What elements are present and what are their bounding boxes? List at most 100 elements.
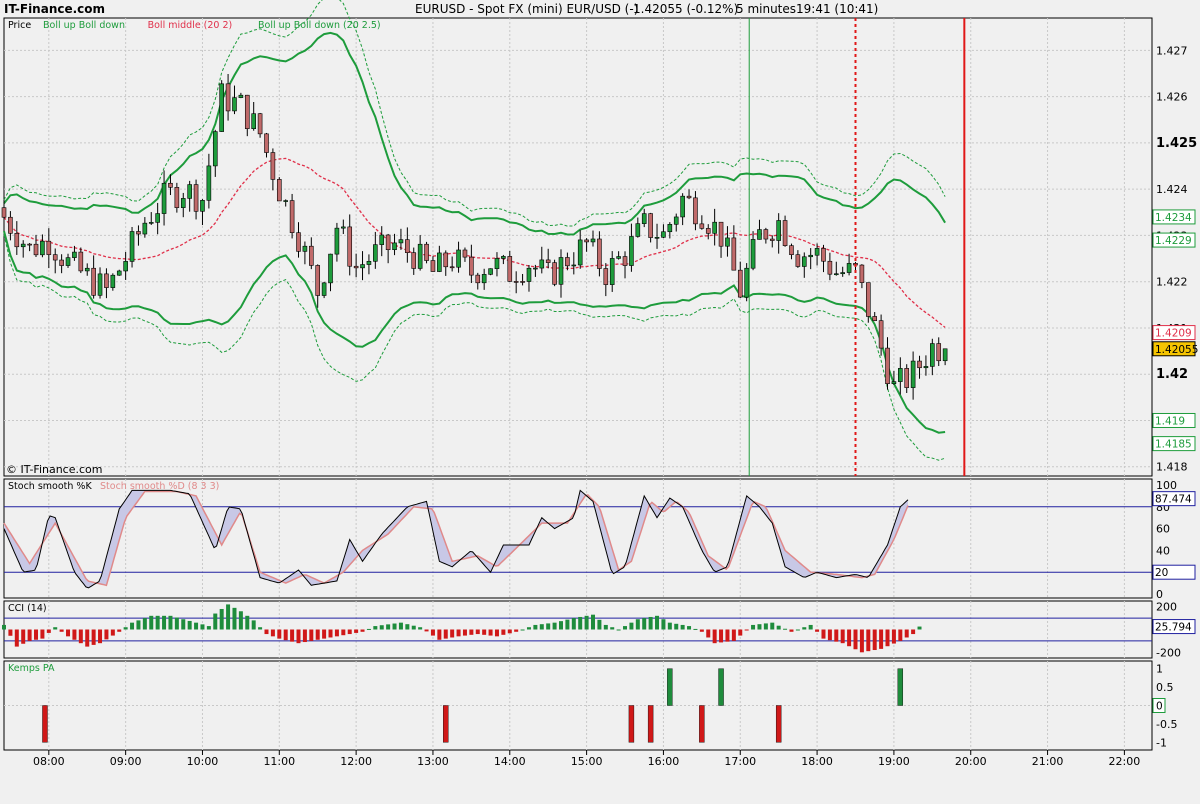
cci-bar	[450, 629, 455, 638]
candle	[46, 240, 52, 255]
cci-bar	[520, 629, 525, 631]
x-tick-label: 16:00	[648, 755, 680, 768]
candle	[488, 268, 493, 275]
candle	[699, 223, 705, 229]
x-tick-label: 13:00	[417, 755, 449, 768]
stoch-tick-label: 100	[1156, 479, 1177, 492]
cci-marker-label: 25.794	[1155, 622, 1192, 634]
interval-label: 5 minutes	[736, 2, 796, 16]
cci-bar	[629, 622, 634, 630]
candle	[14, 233, 20, 248]
candle	[609, 258, 615, 285]
cci-bar	[719, 629, 724, 643]
candle	[859, 264, 865, 283]
cci-bar	[2, 624, 6, 630]
cci-bar	[456, 629, 461, 637]
candle	[705, 228, 711, 234]
cci-bar	[72, 629, 77, 640]
candle	[302, 245, 308, 252]
candle	[296, 232, 301, 252]
candle	[251, 113, 256, 129]
cci-bar	[366, 628, 371, 630]
chart-svg[interactable]: IT-Finance.com EURUSD - Spot FX (mini) E…	[0, 0, 1200, 800]
cci-bar	[757, 624, 762, 630]
candle	[200, 200, 205, 212]
candle	[456, 249, 461, 268]
cci-bar	[571, 618, 576, 630]
cci-bar	[514, 629, 519, 632]
cci-panel[interactable]: 2000-20025.794CCI (14)	[2, 600, 1196, 660]
candle	[264, 133, 269, 153]
cci-bar	[584, 615, 589, 630]
cci-bar	[328, 629, 333, 638]
candle	[866, 282, 871, 317]
candle	[539, 259, 545, 269]
candle	[725, 237, 730, 247]
candle	[270, 152, 276, 180]
candle	[533, 267, 538, 270]
price-panel[interactable]: 1.4271.4261.4251.4241.4231.4221.4211.421…	[1, 0, 1198, 477]
cci-bar	[283, 629, 288, 641]
candle	[673, 216, 679, 225]
cci-bar	[245, 615, 250, 630]
cci-bar	[136, 620, 141, 630]
candle	[238, 94, 244, 98]
candle	[558, 257, 564, 285]
candle	[40, 240, 45, 256]
cci-bar	[674, 623, 679, 630]
cci-bar	[430, 629, 435, 636]
candle	[155, 213, 160, 223]
kemps-bar	[775, 705, 782, 743]
candle	[712, 221, 717, 234]
candle	[379, 234, 385, 245]
cci-bar	[847, 629, 852, 647]
candle	[917, 360, 922, 369]
candle	[833, 273, 839, 276]
candle	[731, 237, 737, 271]
cci-bar	[526, 627, 531, 630]
kemps-legend: Kemps PA	[8, 663, 55, 674]
candle	[168, 182, 173, 188]
candle	[885, 347, 890, 385]
cci-bar	[296, 629, 301, 644]
price-legend-item: Boll up Boll down	[43, 20, 125, 31]
candle	[462, 249, 468, 258]
cci-bar	[379, 625, 384, 630]
candle	[629, 236, 634, 266]
candle	[616, 256, 621, 259]
kemps-tick-label: 1	[1156, 663, 1163, 676]
candle	[116, 270, 122, 276]
candle	[276, 179, 282, 202]
stoch-marker-label: 20	[1155, 567, 1168, 579]
cci-bar	[642, 618, 647, 630]
x-tick-label: 09:00	[110, 755, 142, 768]
price-marker-label: 1.4234	[1155, 212, 1192, 224]
candle	[661, 231, 666, 238]
candle	[827, 260, 833, 275]
cci-bar	[687, 626, 692, 630]
candle	[718, 221, 724, 247]
cci-bar	[437, 629, 442, 640]
price-tick-label: 1.427	[1156, 44, 1188, 57]
candle	[411, 252, 417, 269]
candle	[187, 184, 192, 199]
candle	[648, 213, 653, 238]
x-tick-label: 18:00	[801, 755, 833, 768]
candle	[923, 366, 929, 369]
cci-bar	[341, 629, 346, 636]
cci-bar	[290, 629, 295, 642]
cci-bar	[885, 629, 890, 647]
candle	[161, 182, 167, 214]
cci-bar	[219, 608, 224, 630]
cci-bar	[789, 629, 794, 632]
kemps-panel[interactable]: 10.50-0.5-10Kemps PA	[3, 660, 1177, 751]
candle	[641, 213, 647, 224]
cci-bar	[258, 627, 263, 630]
candle	[283, 200, 288, 202]
stochastic-panel[interactable]: 10080604020087.47420Stoch smooth %KStoch…	[3, 478, 1196, 601]
cci-bar	[853, 629, 858, 650]
cci-bar	[98, 629, 103, 644]
chart-window: IT-Finance.com EURUSD - Spot FX (mini) E…	[0, 0, 1200, 800]
candle	[936, 343, 942, 362]
candle	[232, 97, 237, 112]
